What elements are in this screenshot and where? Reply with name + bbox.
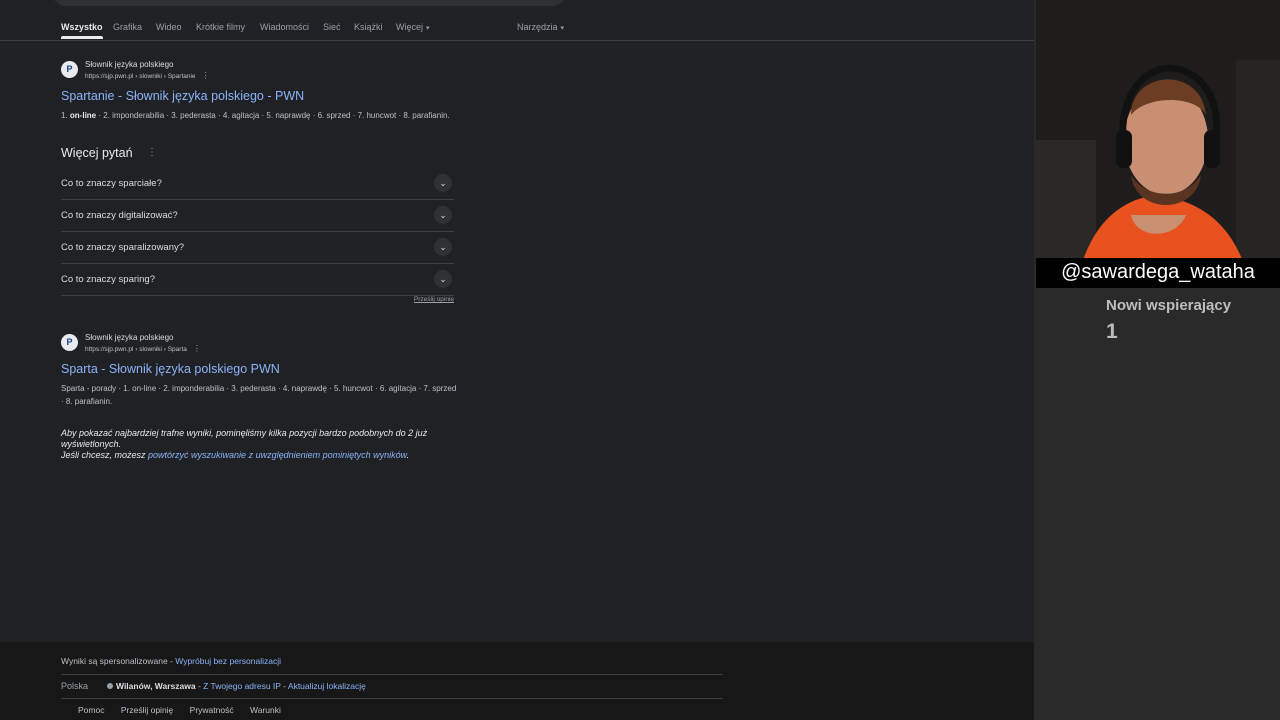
search-result: P Słownik języka polskiego https://sjp.p…	[61, 332, 461, 408]
new-supporters-count: 1	[1106, 320, 1118, 343]
omitted-line-1: Aby pokazać najbardziej trafne wyniki, p…	[61, 428, 428, 449]
tab-videos[interactable]: Wideo	[156, 22, 182, 32]
footer-link-help[interactable]: Pomoc	[78, 705, 104, 715]
personalized-text: Wyniki są spersonalizowane -	[61, 656, 176, 666]
paa-question[interactable]: Co to znaczy sparciałe? ⌄	[61, 168, 454, 200]
tab-images[interactable]: Grafika	[113, 22, 142, 32]
try-without-personalization-link[interactable]: Wypróbuj bez personalizacji	[175, 656, 281, 666]
ip-address-link[interactable]: Z Twojego adresu IP	[203, 681, 281, 691]
page-footer: Wyniki są spersonalizowane - Wypróbuj be…	[0, 642, 1034, 720]
question-text: Co to znaczy sparing?	[61, 274, 155, 285]
tab-short-videos[interactable]: Krótkie filmy	[196, 22, 245, 32]
site-url: https://sjp.pwn.pl › slowniki › Sparta ⋮	[85, 344, 201, 353]
question-text: Co to znaczy sparciałe?	[61, 178, 162, 189]
tab-news[interactable]: Wiadomości	[260, 22, 309, 32]
footer-links: Pomoc Prześlij opinię Prywatność Warunki	[78, 705, 295, 715]
feedback-link[interactable]: Prześlij opinię	[414, 296, 454, 303]
tab-more[interactable]: Więcej ▾	[396, 22, 430, 32]
question-text: Co to znaczy digitalizować?	[61, 210, 178, 221]
pwn-logo-icon: P	[61, 334, 78, 351]
footer-location: Wilanów, Warszawa - Z Twojego adresu IP …	[107, 681, 366, 691]
paa-heading: Więcej pytań ⋮	[61, 146, 454, 168]
tools-button[interactable]: Narzędzia ▾	[517, 22, 564, 32]
search-result: P Słownik języka polskiego https://sjp.p…	[61, 59, 461, 122]
omitted-line-2: Jeśli chcesz, możesz powtórzyć wyszukiwa…	[61, 450, 461, 461]
pwn-logo-icon: P	[61, 61, 78, 78]
snippet-prefix: 1.	[61, 111, 70, 120]
chevron-down-icon[interactable]: ⌄	[434, 206, 452, 224]
tab-more-label: Więcej	[396, 22, 424, 32]
update-location-link[interactable]: Aktualizuj lokalizację	[288, 681, 366, 691]
people-also-ask: Więcej pytań ⋮ Co to znaczy sparciałe? ⌄…	[61, 146, 454, 303]
streamer-handle: @sawardega_wataha	[1036, 258, 1280, 288]
result-snippet: 1. on-line · 2. imponderabilia · 3. pede…	[61, 109, 461, 122]
tab-books[interactable]: Książki	[354, 22, 383, 32]
personalization-notice: Wyniki są spersonalizowane - Wypróbuj be…	[61, 656, 281, 666]
site-name: Słownik języka polskiego	[85, 60, 174, 69]
footer-link-feedback[interactable]: Prześlij opinię	[121, 705, 173, 715]
footer-country: Polska	[61, 681, 89, 691]
result-title-link[interactable]: Spartanie - Słownik języka polskiego - P…	[61, 89, 461, 103]
result-title-link[interactable]: Sparta - Słownik języka polskiego PWN	[61, 362, 461, 376]
repeat-search-link[interactable]: powtórzyć wyszukiwanie z uwzględnieniem …	[148, 450, 407, 460]
snippet-bold: on-line	[69, 111, 97, 120]
tab-web[interactable]: Sieć	[323, 22, 341, 32]
webcam-feed	[1036, 0, 1280, 288]
result-source[interactable]: P Słownik języka polskiego https://sjp.p…	[61, 332, 461, 356]
site-url-text: https://sjp.pwn.pl › slowniki › Spartani…	[85, 73, 196, 80]
site-name: Słownik języka polskiego	[85, 333, 174, 342]
footer-link-terms[interactable]: Warunki	[250, 705, 281, 715]
location-dot-icon	[107, 683, 113, 689]
kebab-menu-icon[interactable]: ⋮	[193, 344, 201, 353]
omitted-prefix: Jeśli chcesz, możesz	[61, 450, 149, 460]
result-source[interactable]: P Słownik języka polskiego https://sjp.p…	[61, 59, 461, 83]
paa-title: Więcej pytań	[61, 146, 133, 160]
omitted-suffix: .	[406, 450, 410, 460]
chevron-down-icon[interactable]: ⌄	[434, 174, 452, 192]
webcam-image	[1036, 0, 1280, 288]
location-separator: -	[280, 681, 288, 691]
kebab-menu-icon[interactable]: ⋮	[147, 147, 157, 158]
footer-divider	[61, 698, 723, 699]
question-text: Co to znaczy sparalizowany?	[61, 242, 185, 253]
site-url: https://sjp.pwn.pl › slowniki › Spartani…	[85, 71, 210, 80]
paa-question[interactable]: Co to znaczy digitalizować? ⌄	[61, 200, 454, 232]
tools-label: Narzędzia	[517, 22, 558, 32]
footer-link-privacy[interactable]: Prywatność	[190, 705, 234, 715]
paa-question[interactable]: Co to znaczy sparing? ⌄	[61, 264, 454, 296]
new-supporters-label: Nowi wspierający	[1106, 297, 1232, 314]
chevron-down-icon[interactable]: ⌄	[434, 270, 452, 288]
tab-all[interactable]: Wszystko	[61, 22, 103, 39]
snippet-rest: · 2. imponderabilia · 3. pederasta · 4. …	[96, 111, 450, 120]
kebab-menu-icon[interactable]: ⋮	[202, 71, 210, 80]
result-snippet: Sparta - porady · 1. on-line · 2. impond…	[61, 384, 457, 406]
paa-question[interactable]: Co to znaczy sparalizowany? ⌄	[61, 232, 454, 264]
location-name: Wilanów, Warszawa	[116, 681, 196, 691]
footer-divider	[61, 674, 723, 675]
caret-down-icon: ▾	[426, 25, 430, 32]
caret-down-icon: ▾	[560, 25, 565, 32]
chevron-down-icon[interactable]: ⌄	[434, 238, 452, 256]
omitted-results-notice: Aby pokazać najbardziej trafne wyniki, p…	[61, 428, 461, 461]
search-tabs: Wszystko Grafika Wideo Krótkie filmy Wia…	[0, 0, 1034, 41]
site-url-text: https://sjp.pwn.pl › slowniki › Sparta	[85, 346, 187, 353]
